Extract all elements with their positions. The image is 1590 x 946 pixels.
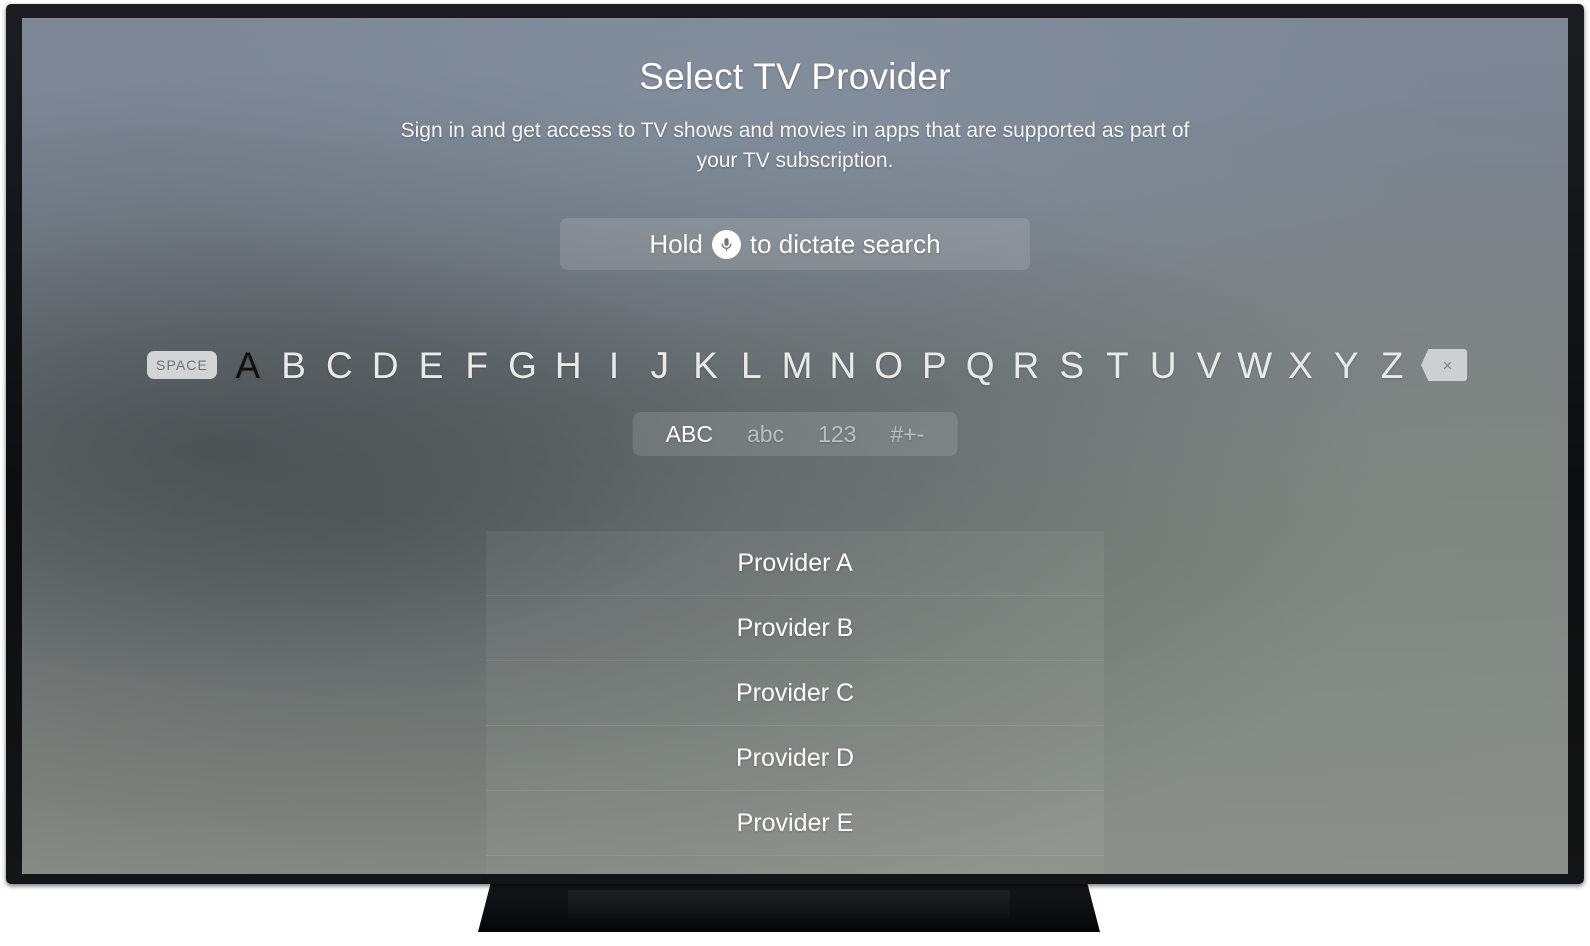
letter-key-l[interactable]: L xyxy=(728,347,774,384)
letter-key-e[interactable]: E xyxy=(408,347,454,384)
letter-key-j[interactable]: J xyxy=(637,347,683,384)
dictate-prefix-label: Hold xyxy=(649,228,703,259)
television-device: Select TV Provider Sign in and get acces… xyxy=(0,0,1590,946)
letter-key-b[interactable]: B xyxy=(271,347,317,384)
page-title: Select TV Provider xyxy=(639,56,951,97)
letter-key-n[interactable]: N xyxy=(820,347,866,384)
provider-row[interactable]: Provider B xyxy=(486,595,1104,660)
backspace-glyph: × xyxy=(1442,355,1453,375)
microphone-icon xyxy=(711,229,741,259)
letter-key-r[interactable]: R xyxy=(1003,347,1049,384)
keyboard-mode-123[interactable]: 123 xyxy=(801,422,873,446)
dictate-search-bar[interactable]: Hold to dictate search xyxy=(560,218,1030,270)
dictate-suffix-label: to dictate search xyxy=(749,228,941,259)
tv-screen: Select TV Provider Sign in and get acces… xyxy=(22,18,1568,874)
letter-key-i[interactable]: I xyxy=(591,347,637,384)
letter-key-f[interactable]: F xyxy=(454,347,500,384)
letter-keys: ABCDEFGHIJKLMNOPQRSTUVWXYZ xyxy=(225,347,1415,384)
letter-key-t[interactable]: T xyxy=(1095,347,1141,384)
letter-key-u[interactable]: U xyxy=(1140,347,1186,384)
keyboard-mode-abc[interactable]: abc xyxy=(730,422,801,446)
backspace-icon[interactable]: × xyxy=(1421,349,1467,381)
letter-key-c[interactable]: C xyxy=(317,347,363,384)
letter-key-g[interactable]: G xyxy=(500,347,546,384)
letter-key-w[interactable]: W xyxy=(1232,347,1278,384)
keyboard-mode-selector[interactable]: ABC abc 123 #+- xyxy=(632,412,958,456)
space-key[interactable]: SPACE xyxy=(147,351,217,379)
apple-tv-provider-screen: Select TV Provider Sign in and get acces… xyxy=(22,18,1568,874)
provider-row[interactable]: Provider F xyxy=(486,855,1104,874)
provider-row[interactable]: Provider E xyxy=(486,790,1104,855)
letter-key-o[interactable]: O xyxy=(866,347,912,384)
letter-key-a[interactable]: A xyxy=(225,347,271,384)
letter-key-y[interactable]: Y xyxy=(1323,347,1369,384)
tv-stand-inset xyxy=(568,890,1010,918)
letter-key-v[interactable]: V xyxy=(1186,347,1232,384)
letter-key-m[interactable]: M xyxy=(774,347,820,384)
page-subtitle: Sign in and get access to TV shows and m… xyxy=(400,119,1190,172)
letter-key-d[interactable]: D xyxy=(362,347,408,384)
provider-list[interactable]: Provider A Provider B Provider C Provider D… xyxy=(486,531,1104,874)
letter-key-z[interactable]: Z xyxy=(1369,347,1415,384)
letter-key-k[interactable]: K xyxy=(683,347,729,384)
keyboard-mode-[interactable]: #+- xyxy=(873,422,941,446)
letter-key-x[interactable]: X xyxy=(1278,347,1324,384)
provider-row[interactable]: Provider A xyxy=(486,531,1104,595)
keyboard-mode-abc[interactable]: ABC xyxy=(649,422,730,446)
alphabet-keyboard-row[interactable]: SPACE ABCDEFGHIJKLMNOPQRSTUVWXYZ × xyxy=(147,330,1467,400)
provider-row[interactable]: Provider D xyxy=(486,725,1104,790)
provider-row[interactable]: Provider C xyxy=(486,660,1104,725)
letter-key-h[interactable]: H xyxy=(545,347,591,384)
letter-key-q[interactable]: Q xyxy=(957,347,1003,384)
letter-key-p[interactable]: P xyxy=(911,347,957,384)
letter-key-s[interactable]: S xyxy=(1049,347,1095,384)
